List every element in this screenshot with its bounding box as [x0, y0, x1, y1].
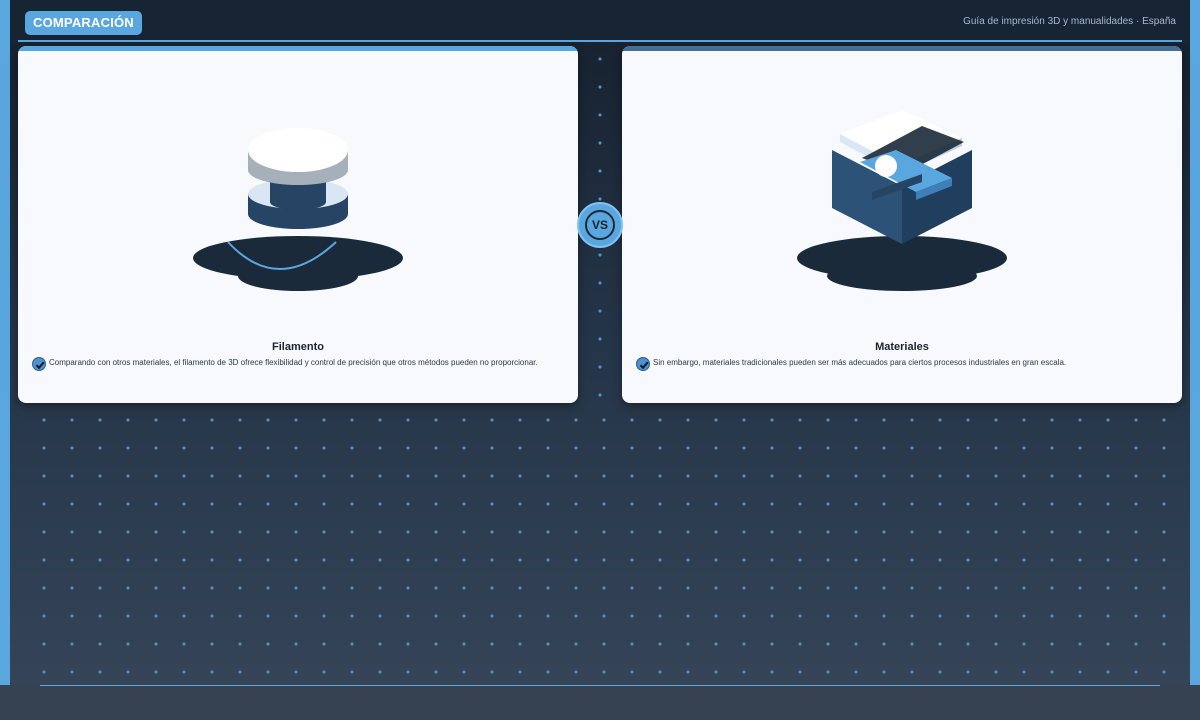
comparison-badge: COMPARACIÓN [25, 11, 142, 35]
footer-divider [40, 685, 1160, 686]
comparison-card-filament: Filamento Comparando con otros materiale… [18, 46, 578, 403]
card-feature-item: Comparando con otros materiales, el fila… [32, 357, 564, 377]
card-description: Comparando con otros materiales, el fila… [49, 358, 538, 367]
vs-label: VS [585, 210, 615, 240]
filament-spool-icon [193, 128, 403, 291]
checkmark-icon [636, 357, 650, 371]
dot-grid-background [30, 406, 1170, 686]
footer-bar [0, 685, 1200, 720]
comparison-card-materials: Materiales Sin embargo, materiales tradi… [622, 46, 1182, 403]
checkmark-icon [32, 357, 46, 371]
header-subtitle: Guía de impresión 3D y manualidades · Es… [963, 16, 1176, 27]
card-description: Sin embargo, materiales tradicionales pu… [653, 358, 1067, 367]
right-accent-bar [1190, 0, 1200, 720]
card-title: Materiales [875, 341, 929, 353]
vs-badge: VS [577, 202, 623, 248]
card-title: Filamento [272, 341, 324, 353]
material-block-icon [797, 110, 1007, 291]
header-divider [18, 40, 1182, 42]
card-feature-item: Sin embargo, materiales tradicionales pu… [636, 357, 1168, 377]
left-accent-bar [0, 0, 10, 720]
